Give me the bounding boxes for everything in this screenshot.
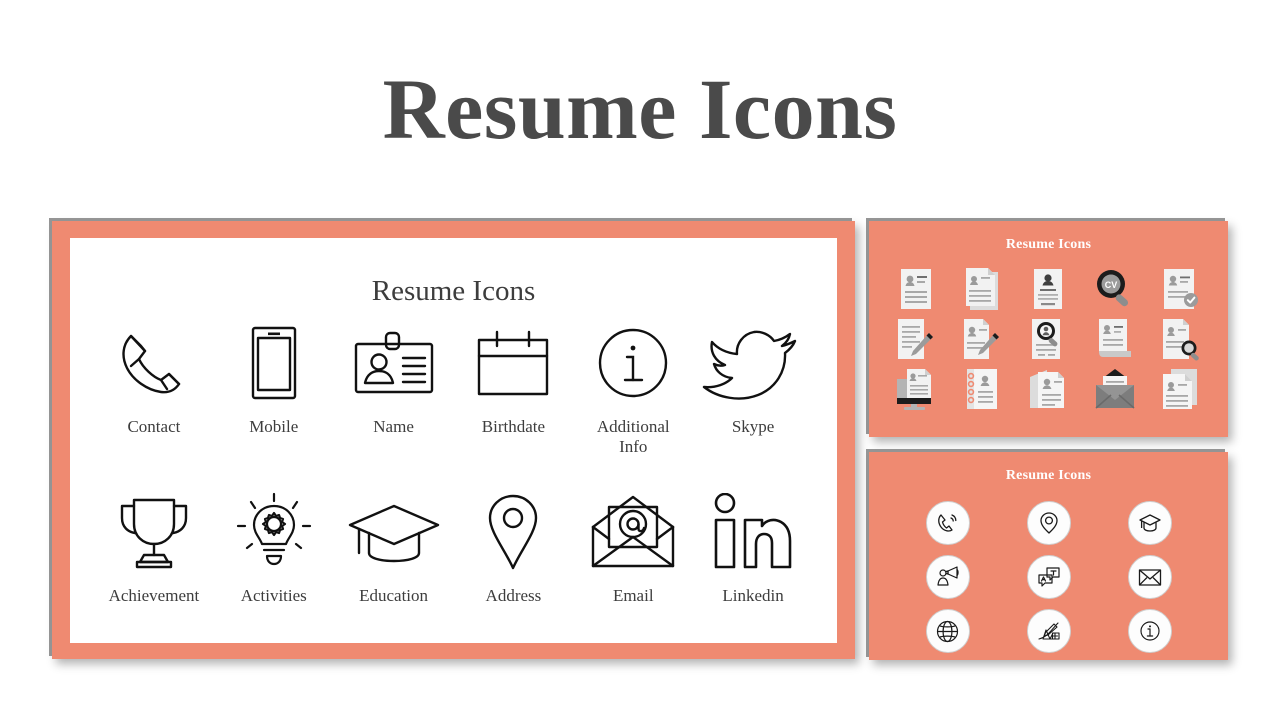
icon-label: Address <box>485 586 542 605</box>
resume-verified-check-icon[interactable] <box>1157 265 1205 313</box>
lightbulb-gear-icon <box>234 491 314 573</box>
cv-magnifier-icon[interactable]: CV <box>1091 265 1139 313</box>
linkedin-icon <box>712 491 794 573</box>
icon-cell-contact[interactable]: Contact <box>94 322 214 458</box>
icon-cell-birthdate[interactable]: Birthdate <box>454 322 574 458</box>
icon-label: Mobile <box>249 417 299 436</box>
resume-stack-icon[interactable] <box>958 265 1006 313</box>
flat-icon-grid: CV <box>869 264 1228 414</box>
document-pen-edit-icon[interactable] <box>892 315 940 363</box>
graduation-cap-icon[interactable] <box>1127 501 1172 545</box>
icon-cell-email[interactable]: Email <box>573 491 693 606</box>
graduation-cap-icon <box>347 491 441 573</box>
thumbnail-line-icons-panel[interactable]: Resume Icons <box>869 452 1228 660</box>
icon-label: Contact <box>127 417 181 436</box>
open-envelope-at-icon <box>590 491 676 573</box>
icon-cell-education[interactable]: Education <box>334 491 454 606</box>
main-slide-heading: Resume Icons <box>371 275 536 307</box>
thumbnail-flat-icons-panel[interactable]: Resume Icons CV <box>869 221 1228 437</box>
icon-label: Birthdate <box>481 417 546 436</box>
duplicate-resume-icon[interactable] <box>1157 365 1205 413</box>
calendar-icon <box>475 322 551 404</box>
resume-document-icon[interactable] <box>892 265 940 313</box>
info-circle-icon[interactable] <box>1127 609 1172 653</box>
icon-cell-skype[interactable]: Skype <box>693 322 813 458</box>
page-title: Resume Icons <box>382 61 898 157</box>
thumbnail-flat-title: Resume Icons <box>1005 237 1092 252</box>
resume-search-avatar-icon[interactable] <box>1024 315 1072 363</box>
icon-label: Email <box>612 586 654 605</box>
resume-on-monitor-icon[interactable] <box>892 365 940 413</box>
icon-label: Additional Info <box>596 417 670 457</box>
resume-scroll-icon[interactable] <box>1091 315 1139 363</box>
icon-label: Education <box>359 586 429 605</box>
chat-translate-icon[interactable] <box>1026 555 1071 599</box>
icon-cell-achievement[interactable]: Achievement <box>94 491 214 606</box>
icon-label: Achievement <box>108 586 200 605</box>
resume-in-envelope-icon[interactable] <box>1091 365 1139 413</box>
stacked-resumes-icon[interactable] <box>1024 365 1072 413</box>
resume-centered-photo-icon[interactable] <box>1024 265 1072 313</box>
icon-label: Skype <box>731 417 775 436</box>
svg-text:CV: CV <box>1104 280 1117 290</box>
resume-pen-edit-icon[interactable] <box>958 315 1006 363</box>
icon-cell-mobile[interactable]: Mobile <box>214 322 334 458</box>
icon-label: Linkedin <box>722 586 784 605</box>
circle-icon-grid <box>869 496 1228 658</box>
map-pin-icon <box>485 491 541 573</box>
envelope-icon[interactable] <box>1127 555 1172 599</box>
icon-grid-row-1: Contact Mobile Name Birthdate Additional… <box>94 322 813 458</box>
id-badge-icon <box>353 322 435 404</box>
spiral-bound-resume-icon[interactable] <box>958 365 1006 413</box>
megaphone-person-icon[interactable] <box>925 555 970 599</box>
trophy-icon <box>113 491 195 573</box>
design-sketch-icon[interactable] <box>1026 609 1071 653</box>
icon-cell-activities[interactable]: Activities <box>214 491 334 606</box>
main-slide-canvas: Resume Icons Contact Mobile Name Birthda… <box>70 238 837 643</box>
map-pin-icon[interactable] <box>1026 501 1071 545</box>
icon-cell-address[interactable]: Address <box>454 491 574 606</box>
icon-cell-name[interactable]: Name <box>334 322 454 458</box>
icon-grid-row-2: Achievement Activities Education Address… <box>94 491 813 606</box>
main-slide-panel[interactable]: Resume Icons Contact Mobile Name Birthda… <box>52 221 855 659</box>
thumbnail-line-title: Resume Icons <box>1005 468 1092 483</box>
mobile-phone-icon <box>250 322 298 404</box>
icon-label: Name <box>373 417 414 436</box>
phone-signal-icon[interactable] <box>925 501 970 545</box>
globe-web-icon[interactable] <box>925 609 970 653</box>
icon-label: Activities <box>240 586 307 605</box>
info-circle-icon <box>596 322 670 404</box>
resume-magnifier-corner-icon[interactable] <box>1157 315 1205 363</box>
bird-icon <box>700 322 806 404</box>
icon-cell-linkedin[interactable]: Linkedin <box>693 491 813 606</box>
phone-handset-icon <box>117 322 191 404</box>
icon-cell-additional-info[interactable]: Additional Info <box>573 322 693 458</box>
